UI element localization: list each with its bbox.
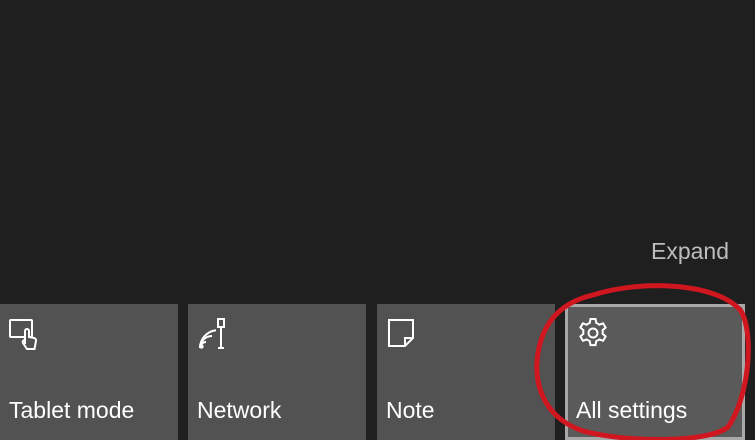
- all-settings-tile[interactable]: All settings: [565, 304, 745, 440]
- network-icon: [196, 316, 232, 352]
- tablet-mode-icon: [8, 316, 44, 352]
- note-icon: [385, 316, 421, 352]
- network-label: Network: [197, 397, 282, 423]
- quick-actions: Tablet mode Network Note All settings: [0, 304, 755, 440]
- note-tile[interactable]: Note: [377, 304, 555, 440]
- tablet-mode-label: Tablet mode: [9, 397, 135, 423]
- action-center: Expand Tablet mode Network Note All sett…: [0, 0, 755, 440]
- all-settings-label: All settings: [576, 397, 688, 423]
- tablet-mode-tile[interactable]: Tablet mode: [0, 304, 178, 440]
- note-label: Note: [386, 397, 435, 423]
- expand-link[interactable]: Expand: [651, 236, 729, 266]
- gear-icon: [575, 316, 611, 352]
- network-tile[interactable]: Network: [188, 304, 366, 440]
